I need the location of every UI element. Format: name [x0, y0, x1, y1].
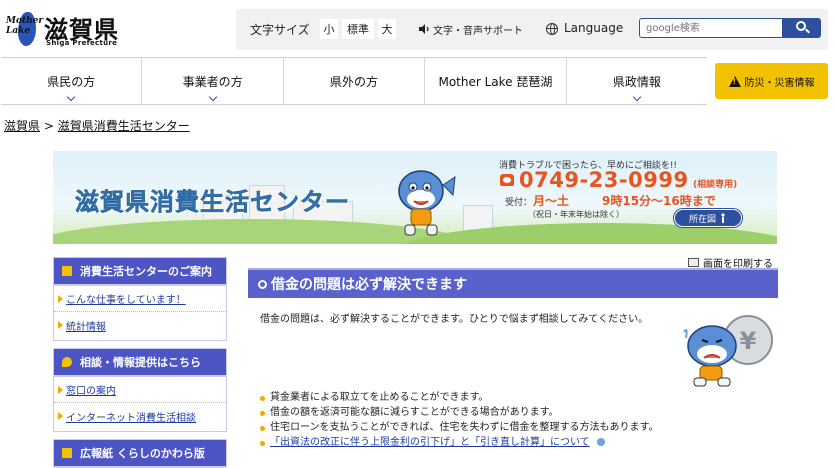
person-walking-icon [721, 213, 725, 223]
consultation-phone-number: 0749-23-0999 [519, 168, 689, 192]
nav-item-government[interactable]: 県政情報 [567, 58, 707, 104]
list-item: 住宅ローンを支払うことができれば、住宅を失わずに借金を整理する方法もあります。 [260, 420, 659, 435]
breadcrumb-separator: > [43, 119, 54, 133]
sidebar-section-title[interactable]: 広報紙 くらしのかわら版 [54, 440, 226, 468]
document-icon [62, 448, 72, 458]
sidebar-item-our-work[interactable]: こんな仕事をしています！ [54, 286, 226, 312]
list-item: 借金の額を返済可能な額に減らすことができる場合があります。 [260, 405, 659, 420]
nav-item-businesses[interactable]: 事業者の方 [142, 58, 284, 104]
warning-icon [728, 75, 741, 87]
speech-bubble-icon [62, 357, 72, 367]
hours-days: 月～土 [533, 194, 570, 208]
global-nav: 県民の方 事業者の方 県外の方 Mother Lake 琵琶湖 県政情報 [1, 57, 707, 105]
sidebar-section-consult: 相談・情報提供はこちら 窓口の案内 インターネット消費生活相談 [53, 348, 227, 432]
key-points-list: 貸金業者による取立てを止めることができます。 借金の額を返済可能な額に減らすこと… [260, 390, 659, 450]
voice-support-link[interactable]: 文字・音声サポート [433, 22, 523, 37]
arrow-right-icon [58, 385, 63, 394]
worried-mascot-coin-icon: ¥ [683, 315, 773, 387]
search-input[interactable] [639, 18, 783, 38]
nav-item-visitors[interactable]: 県外の方 [284, 58, 426, 104]
phone-tag: (相談専用) [693, 180, 738, 190]
font-size-standard-button[interactable]: 標準 [342, 19, 374, 39]
circle-bullet-icon [258, 279, 267, 289]
sidebar-section-newsletter: 広報紙 くらしのかわら版 [53, 439, 227, 468]
breadcrumb: 滋賀県 > 滋賀県消費生活センター [4, 117, 190, 134]
globe-icon [546, 23, 558, 35]
chevron-down-icon [66, 92, 76, 102]
nav-item-mother-lake[interactable]: Mother Lake 琵琶湖 [425, 58, 567, 104]
site-logo[interactable]: Mother Lake 滋賀県 Shiga Prefecture [6, 8, 126, 50]
hours-time: 9時15分～16時まで [602, 194, 716, 208]
external-link-icon [596, 438, 605, 446]
document-icon [62, 266, 72, 276]
search-button[interactable] [783, 18, 821, 38]
font-size-label: 文字サイズ [250, 23, 310, 37]
interest-rate-link[interactable]: 「出資法の改正に伴う上限金利の引下げ」と「引き直し計算」について [270, 437, 590, 448]
location-map-button[interactable]: 所在図 [674, 209, 742, 227]
sidebar-item-counter-guide[interactable]: 窓口の案内 [54, 377, 226, 403]
phone-icon [500, 174, 514, 186]
printer-icon [688, 258, 699, 267]
sidebar-section-guide: 消費生活センターのご案内 こんな仕事をしています！ 統計情報 [53, 257, 227, 341]
logo-subtitle: Shiga Prefecture [46, 39, 118, 47]
arrow-right-icon [58, 412, 63, 420]
center-banner: 滋賀県消費生活センター 消費トラブルで困ったら、早めにご相談を!! 0749-2… [53, 151, 777, 244]
disaster-info-button[interactable]: 防災・災害情報 [715, 63, 828, 99]
language-link[interactable]: Language [564, 21, 623, 35]
utility-bar: 文字サイズ 小 標準 大 文字・音声サポート Language [236, 9, 828, 50]
font-size-large-button[interactable]: 大 [378, 19, 396, 39]
arrow-right-icon [58, 294, 63, 303]
chevron-down-icon [208, 92, 217, 102]
list-item: 「出資法の改正に伴う上限金利の引下げ」と「引き直し計算」について [260, 435, 659, 450]
breadcrumb-home-link[interactable]: 滋賀県 [4, 119, 40, 133]
sidebar-section-title: 消費生活センターのご案内 [54, 258, 226, 286]
hours-label: 受付： [505, 198, 533, 208]
lake-biwa-logo-icon: Mother Lake [6, 8, 44, 50]
intro-paragraph: 借金の問題は、必ず解決することができます。ひとりで悩まず相談してみてください。 [260, 314, 649, 325]
chevron-down-icon [632, 92, 642, 102]
nav-item-residents[interactable]: 県民の方 [1, 58, 143, 104]
svg-text:¥: ¥ [740, 327, 757, 355]
breadcrumb-current-link[interactable]: 滋賀県消費生活センター [58, 119, 190, 133]
arrow-right-icon [58, 321, 63, 329]
list-item: 貸金業者による取立てを止めることができます。 [260, 390, 659, 405]
speaker-icon [419, 24, 429, 34]
fish-mascot-icon [398, 170, 456, 236]
sidebar-item-internet-consult[interactable]: インターネット消費生活相談 [54, 403, 226, 429]
hours-note: （祝日・年末年始は除く） [528, 210, 624, 219]
sidebar-section-title: 相談・情報提供はこちら [54, 349, 226, 377]
font-size-small-button[interactable]: 小 [320, 19, 338, 39]
sidebar-item-statistics[interactable]: 統計情報 [54, 312, 226, 338]
page-title: 借金の問題は必ず解決できます [248, 268, 778, 298]
logo-mark-text: Mother Lake [6, 16, 44, 36]
banner-title: 滋賀県消費生活センター [75, 188, 350, 217]
